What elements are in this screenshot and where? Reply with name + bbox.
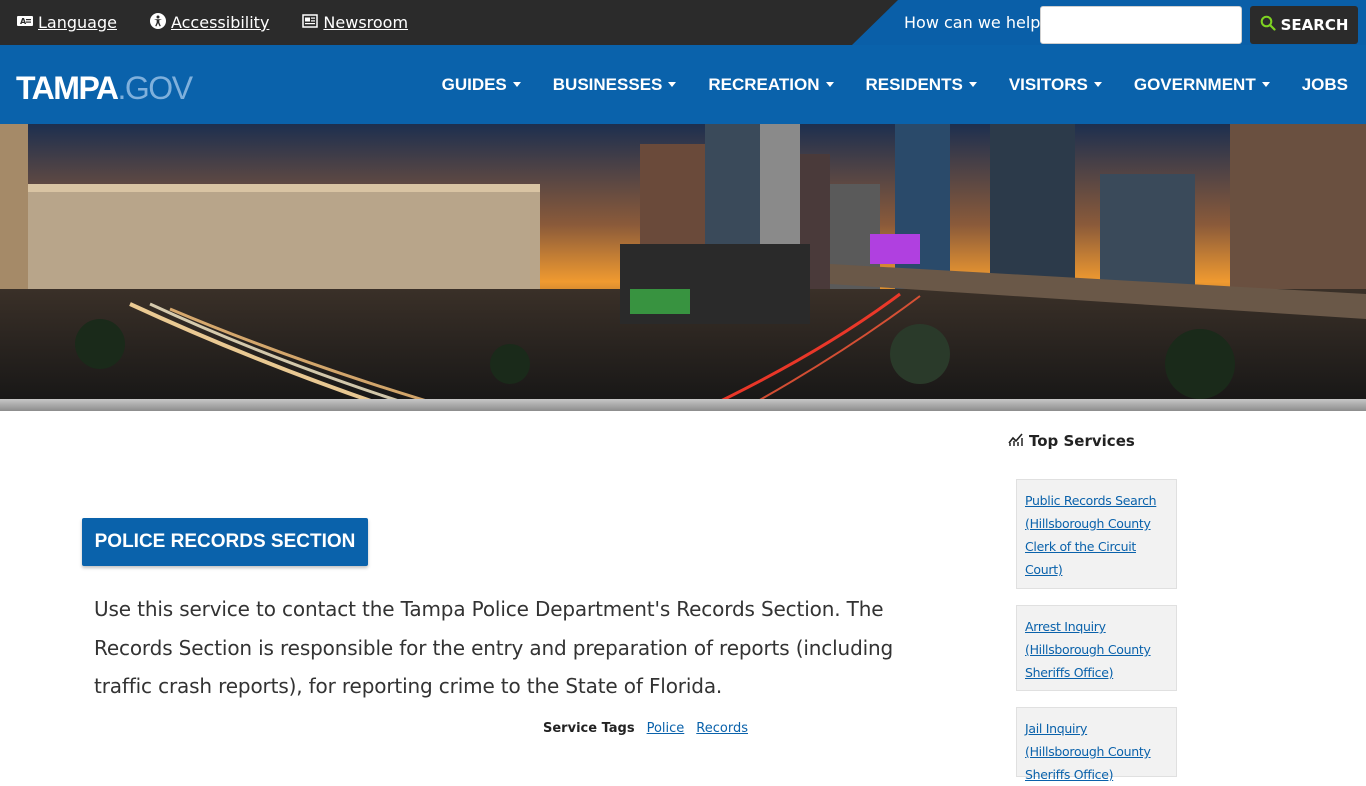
service-link-arrest-inquiry[interactable]: Arrest Inquiry (Hillsborough County Sher… — [1025, 619, 1151, 680]
search-button[interactable]: SEARCH — [1250, 6, 1358, 44]
service-description: Use this service to contact the Tampa Po… — [94, 597, 894, 698]
logo-secondary: .GOV — [117, 70, 194, 106]
accessibility-label: Accessibility — [170, 13, 270, 32]
nav-residents[interactable]: RESIDENTS — [866, 75, 977, 95]
search-input[interactable] — [1040, 6, 1242, 44]
page-title: POLICE RECORDS SECTION — [82, 518, 368, 566]
newsroom-link[interactable]: Newsroom — [301, 12, 408, 34]
search-button-label: SEARCH — [1280, 16, 1349, 34]
language-label: Language — [38, 13, 117, 32]
nav-menu: GUIDES BUSINESSES RECREATION RESIDENTS V… — [442, 45, 1348, 124]
nav-guides[interactable]: GUIDES — [442, 75, 521, 95]
accessibility-link[interactable]: Accessibility — [149, 12, 269, 34]
service-tags: Service Tags Police Records — [543, 721, 748, 736]
svg-text:A: A — [20, 17, 27, 26]
caret-down-icon — [512, 82, 521, 87]
nav-recreation[interactable]: RECREATION — [708, 74, 834, 95]
nav-jobs-label: JOBS — [1301, 74, 1348, 94]
caret-down-icon — [1093, 82, 1102, 87]
main-nav: TAMPA.GOV GUIDES BUSINESSES RECREATION R… — [0, 45, 1366, 124]
service-card: Jail Inquiry (Hillsborough County Sherif… — [1016, 707, 1177, 782]
nav-businesses-label: BUSINESSES — [552, 74, 663, 94]
search-label: How can we help? — [904, 13, 1049, 32]
nav-government-label: GOVERNMENT — [1133, 74, 1256, 94]
search-area: How can we help? SEARCH — [852, 0, 1366, 45]
newsroom-icon — [301, 12, 319, 34]
tag-records[interactable]: Records — [696, 721, 748, 736]
nav-visitors[interactable]: VISITORS — [1009, 75, 1102, 95]
nav-businesses[interactable]: BUSINESSES — [553, 75, 677, 95]
top-services-title: Top Services — [1029, 432, 1135, 450]
service-tags-label: Service Tags — [543, 721, 635, 736]
caret-down-icon — [1261, 82, 1270, 87]
nav-residents-label: RESIDENTS — [865, 74, 963, 94]
top-services-heading: Top Services — [1008, 431, 1135, 451]
utility-bar: A Language Accessibility Newsroom How ca… — [0, 0, 1366, 45]
service-link-jail-inquiry[interactable]: Jail Inquiry (Hillsborough County Sherif… — [1025, 721, 1151, 782]
nav-guides-label: GUIDES — [441, 74, 507, 94]
nav-visitors-label: VISITORS — [1008, 74, 1088, 94]
caret-down-icon — [968, 82, 977, 87]
caret-down-icon — [825, 82, 834, 87]
service-card: Public Records Search (Hillsborough Coun… — [1016, 479, 1177, 589]
logo-primary: TAMPA — [16, 70, 119, 106]
newsroom-label: Newsroom — [323, 13, 409, 32]
site-logo[interactable]: TAMPA.GOV — [16, 70, 194, 106]
language-link[interactable]: A Language — [16, 12, 117, 34]
nav-government[interactable]: GOVERNMENT — [1134, 75, 1270, 95]
tag-police[interactable]: Police — [647, 721, 685, 736]
service-link-public-records[interactable]: Public Records Search (Hillsborough Coun… — [1025, 493, 1157, 577]
accessibility-icon — [149, 12, 167, 34]
search-icon — [1260, 15, 1276, 35]
hero-divider — [0, 399, 1366, 411]
nav-jobs[interactable]: JOBS — [1302, 75, 1348, 95]
chart-icon — [1008, 431, 1024, 451]
language-icon: A — [16, 12, 34, 34]
nav-recreation-label: RECREATION — [708, 74, 820, 94]
caret-down-icon — [668, 82, 677, 87]
hero-image — [0, 124, 1366, 411]
service-card: Arrest Inquiry (Hillsborough County Sher… — [1016, 605, 1177, 691]
utility-links: A Language Accessibility Newsroom — [16, 0, 408, 45]
